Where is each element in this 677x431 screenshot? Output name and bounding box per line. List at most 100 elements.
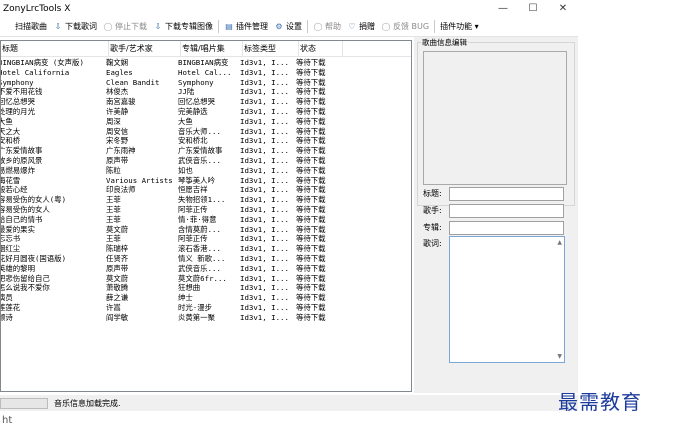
scan-songs-button[interactable]: 扫描歌曲 xyxy=(0,18,50,36)
cell-tag-type: Id3v1, I... xyxy=(240,283,289,293)
cell-title: 易燃易爆炸 xyxy=(0,165,35,175)
table-row[interactable]: 故乡的原风景 原声带 武侠音乐... Id3v1, I... 等待下载 xyxy=(1,156,411,166)
table-row[interactable]: 回忆总想哭 南宫嘉骏 回忆总想哭 Id3v1, I... 等待下载 xyxy=(1,97,411,107)
table-row[interactable]: 演员 薛之谦 绅士 Id3v1, I... 等待下载 xyxy=(1,293,411,303)
cell-status: 等待下载 xyxy=(296,87,326,97)
settings-button[interactable]: ⚙ 设置 xyxy=(271,18,305,36)
table-row[interactable]: 广东爱情故事 广东雨神 广东爱情故事 Id3v1, I... 等待下载 xyxy=(1,146,411,156)
cell-title: 般若心经 xyxy=(0,185,28,195)
table-row[interactable]: 易燃易爆炸 陈粒 如也 Id3v1, I... 等待下载 xyxy=(1,166,411,176)
feedback-button[interactable]: ◯ 反馈 BUG xyxy=(378,18,432,36)
help-icon: ◯ xyxy=(313,22,323,31)
lyrics-textarea[interactable]: ▲ ▼ xyxy=(449,236,565,363)
table-row[interactable]: 英雄的黎明 原声带 武侠音乐... Id3v1, I... 等待下载 xyxy=(1,264,411,274)
table-row[interactable]: 把悲伤留给自己 莫文蔚 莫文蔚6fr... Id3v1, I... 等待下载 xyxy=(1,274,411,284)
table-row[interactable]: Symphony Clean Bandit Symphony Id3v1, I... 等… xyxy=(1,78,411,88)
cell-album: 阿菲正传 xyxy=(178,204,208,214)
cell-album: 武侠音乐... xyxy=(178,263,221,273)
header-title[interactable]: 标题 xyxy=(1,41,109,57)
cell-artist: Various Artists xyxy=(106,175,173,185)
cell-tag-type: Id3v1, I... xyxy=(240,175,289,185)
scroll-up-icon[interactable]: ▲ xyxy=(557,239,562,246)
cell-artist: 广东雨神 xyxy=(106,146,136,156)
cell-title: 莲莲花 xyxy=(0,302,21,312)
cell-artist: 周安信 xyxy=(106,126,129,136)
table-row[interactable]: 忘忘书 王菲 阿菲正传 Id3v1, I... 等待下载 xyxy=(1,234,411,244)
cell-tag-type: Id3v1, I... xyxy=(240,214,289,224)
table-row[interactable]: 莲莲花 许嵩 时光·漫步 Id3v1, I... 等待下载 xyxy=(1,303,411,313)
header-album[interactable]: 专辑/唱片集 xyxy=(181,41,243,57)
cell-album: 情义 新歌... xyxy=(178,253,226,263)
table-row[interactable]: 怎么说我不爱你 萧敬腾 狂想曲 Id3v1, I... 等待下载 xyxy=(1,283,411,293)
table-row[interactable]: 胭红尘 陈瑞梓 滚石香港... Id3v1, I... 等待下载 xyxy=(1,244,411,254)
cell-title: 演员 xyxy=(1,293,13,303)
cell-title: Hotel California xyxy=(0,67,70,77)
table-row[interactable]: 花好月圆夜(国语版) 任贤齐 情义 新歌... Id3v1, I... 等待下载 xyxy=(1,254,411,264)
cell-artist: 鞠文娴 xyxy=(106,58,129,67)
cell-artist: 周深 xyxy=(106,116,121,126)
cell-tag-type: Id3v1, I... xyxy=(240,204,289,214)
cell-status: 等待下载 xyxy=(296,263,326,273)
cell-artist: 薛之谦 xyxy=(106,293,129,303)
cell-artist: 莫文蔚 xyxy=(106,273,129,283)
table-row[interactable]: Hotel California Eagles Hotel Cal... Id3v1,… xyxy=(1,68,411,78)
donate-button[interactable]: ♡ 捐赠 xyxy=(344,18,378,36)
table-row[interactable]: 梅花雪 Various Artists 琴筝美人吟 Id3v1, I... 等待下载 xyxy=(1,176,411,186)
minimize-button[interactable]: — xyxy=(488,0,518,17)
table-row[interactable]: 天之大 周安信 音乐大师... Id3v1, I... 等待下载 xyxy=(1,127,411,137)
list-header: 标题 歌手/艺术家 专辑/唱片集 标签类型 状态 xyxy=(1,41,411,57)
artist-field[interactable] xyxy=(449,204,564,218)
cell-status: 等待下载 xyxy=(296,253,326,263)
table-row[interactable]: 最爱的果实 莫文蔚 含情莫蔚... Id3v1, I... 等待下载 xyxy=(1,225,411,235)
close-button[interactable]: ✕ xyxy=(548,0,578,17)
bottom-strip: ht xyxy=(0,411,550,431)
table-row[interactable]: 安和桥 宋冬野 安和桥北 Id3v1, I... 等待下载 xyxy=(1,136,411,146)
album-field[interactable] xyxy=(449,221,564,235)
cell-title: 花好月圆夜(国语版) xyxy=(0,253,67,263)
title-field[interactable] xyxy=(449,187,564,201)
cell-status: 等待下载 xyxy=(296,234,326,244)
plugin-manage-button[interactable]: ▤ 插件管理 xyxy=(221,18,271,36)
download-cover-button[interactable]: ⇩ 下载专辑图像 xyxy=(150,18,216,36)
table-row[interactable]: 般若心经 印良法师 恒愿吉祥 Id3v1, I... 等待下载 xyxy=(1,185,411,195)
cell-tag-type: Id3v1, I... xyxy=(240,87,289,97)
cell-tag-type: Id3v1, I... xyxy=(240,273,289,283)
heart-icon: ♡ xyxy=(348,22,356,31)
cell-artist: Clean Bandit xyxy=(106,77,160,87)
table-row[interactable]: 不爱不用花钱 林俊杰 JJ陆 Id3v1, I... 等待下载 xyxy=(1,87,411,97)
header-status[interactable]: 状态 xyxy=(299,41,343,57)
cell-album: 音乐大师... xyxy=(178,126,221,136)
table-row[interactable]: 处理的月光 许美静 完美静选 Id3v1, I... 等待下载 xyxy=(1,107,411,117)
cell-tag-type: Id3v1, I... xyxy=(240,312,289,322)
cell-album: 恒愿吉祥 xyxy=(178,185,208,195)
song-list[interactable]: 标题 歌手/艺术家 专辑/唱片集 标签类型 状态 BINGBIAN病变 (女声版… xyxy=(0,40,412,392)
cell-status: 等待下载 xyxy=(296,146,326,156)
plugin-functions-menu[interactable]: 插件功能 ▾ xyxy=(437,18,482,36)
lyrics-scrollbar[interactable]: ▲ ▼ xyxy=(554,237,564,362)
table-row[interactable]: 大鱼 周深 大鱼 Id3v1, I... 等待下载 xyxy=(1,117,411,127)
help-button[interactable]: ◯ 帮助 xyxy=(310,18,344,36)
group-title: 歌曲信息编辑 xyxy=(421,37,468,48)
cell-tag-type: Id3v1, I... xyxy=(240,195,289,205)
cell-tag-type: Id3v1, I... xyxy=(240,234,289,244)
bottom-text: ht xyxy=(2,415,13,426)
scroll-down-icon[interactable]: ▼ xyxy=(557,353,562,360)
cell-tag-type: Id3v1, I... xyxy=(240,77,289,87)
table-row[interactable]: 给自己的情书 王菲 情·菲·得意 Id3v1, I... 等待下载 xyxy=(1,215,411,225)
header-artist[interactable]: 歌手/艺术家 xyxy=(109,41,181,57)
maximize-button[interactable]: ☐ xyxy=(518,0,548,17)
folder-icon xyxy=(3,22,13,32)
table-row[interactable]: BINGBIAN病变 (女声版) 鞠文娴 BINGBIAN病变 Id3v1, I...… xyxy=(1,58,411,68)
table-row[interactable]: 颤诗 阎学敏 炎黄第一聚 Id3v1, I... 等待下载 xyxy=(1,313,411,323)
cell-status: 等待下载 xyxy=(296,293,326,303)
header-tag-type[interactable]: 标签类型 xyxy=(243,41,299,57)
stop-download-button[interactable]: ◯ 停止下载 xyxy=(100,18,150,36)
cell-tag-type: Id3v1, I... xyxy=(240,185,289,195)
download-lyrics-button[interactable]: ⇩ 下载歌词 xyxy=(50,18,100,36)
cell-status: 等待下载 xyxy=(296,312,326,322)
cell-album: 完美静选 xyxy=(178,106,208,116)
cell-album: JJ陆 xyxy=(178,87,195,97)
cell-title: 回忆总想哭 xyxy=(0,97,35,107)
table-row[interactable]: 容易受伤的女人 王菲 阿菲正传 Id3v1, I... 等待下载 xyxy=(1,205,411,215)
table-row[interactable]: 容易受伤的女人(粤) 王菲 失物招领1... Id3v1, I... 等待下载 xyxy=(1,195,411,205)
